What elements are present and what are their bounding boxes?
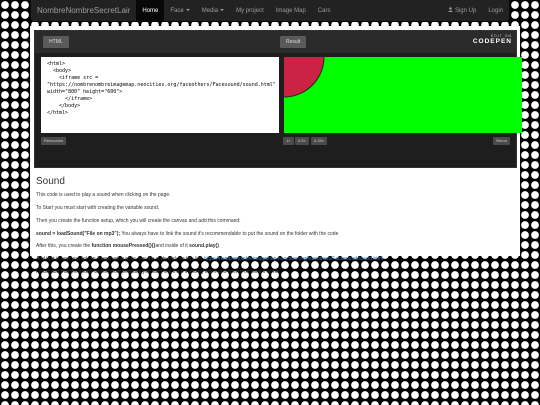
paragraph-4-rest: You always have to link the sound it's r…: [120, 231, 339, 237]
html-code-pane[interactable]: <html> <body> <iframe src = "https://nom…: [41, 57, 279, 133]
codepen-embed: HTML Result EDIT ON CODEPEN <html> <body…: [34, 30, 522, 168]
pen-header: HTML Result EDIT ON CODEPEN: [35, 31, 516, 53]
caret-down-icon: [185, 8, 190, 11]
signup-link[interactable]: Sign Up: [442, 0, 482, 22]
rerun-button[interactable]: Rerun: [493, 137, 510, 145]
paragraph-5-mid: and inside of it: [155, 243, 190, 249]
user-icon: [447, 7, 453, 13]
caret-down-icon: [220, 8, 225, 11]
pen-footer: Resources 1× 0.5× 0.25× Rerun: [35, 135, 516, 147]
nav-media-label: Media: [201, 7, 219, 14]
tab-result[interactable]: Result: [280, 36, 307, 48]
resources-button[interactable]: Resources: [41, 137, 67, 145]
codepen-logo[interactable]: EDIT ON CODEPEN: [468, 34, 512, 45]
sound-page-link[interactable]: https://nombrenombreimagemap.neocities.o…: [204, 256, 383, 262]
paragraph-2: To Start you must start with creating th…: [36, 205, 160, 211]
html-code: <html> <body> <iframe src = "https://nom…: [47, 61, 276, 116]
zoom-1x-button[interactable]: 1×: [283, 137, 294, 145]
paragraph-5-pre: After this, you create the: [36, 243, 92, 249]
red-circle-shape: [284, 57, 324, 97]
paragraph-5: After this, you create the function mous…: [36, 243, 219, 249]
tab-html[interactable]: HTML: [43, 36, 69, 48]
code-snippet-function: function mousePressed(){}: [91, 243, 156, 249]
signup-label: Sign Up: [454, 7, 477, 14]
paragraph-7: I must add that the sound doesnt work be…: [36, 269, 280, 275]
result-pane[interactable]: [284, 57, 522, 133]
paragraph-3: Then you create the function setup, whic…: [36, 218, 241, 224]
brand-link[interactable]: NombreNombreSecretLair: [31, 0, 136, 22]
section-title: Sound: [36, 176, 65, 187]
paragraph-6-pre: And that is how you link an image using …: [36, 256, 205, 262]
main-content: HTML Result EDIT ON CODEPEN <html> <body…: [30, 26, 522, 275]
paragraph-4: sound = loadSound("File on mp3"); You al…: [36, 231, 338, 237]
result-canvas[interactable]: [284, 57, 522, 133]
paragraph-6: And that is how you link an image using …: [36, 256, 383, 262]
code-snippet-play: sound.play(): [189, 243, 219, 249]
nav-cars[interactable]: Cars: [312, 0, 337, 22]
nav-face-label: Face: [170, 7, 184, 14]
paragraph-1: This code is used to play a sound when c…: [36, 192, 171, 198]
codepen-wordmark: CODEPEN: [472, 38, 512, 45]
nav-home[interactable]: Home: [136, 0, 165, 22]
nav-right: Sign Up Login: [442, 0, 509, 22]
nav-my-project[interactable]: My project: [230, 0, 270, 22]
nav-media-dropdown[interactable]: Media: [196, 0, 230, 22]
login-link[interactable]: Login: [482, 0, 509, 22]
navbar: NombreNombreSecretLair Home Face Media M…: [30, 0, 510, 22]
zoom-05x-button[interactable]: 0.5×: [295, 137, 309, 145]
nav-face-dropdown[interactable]: Face: [164, 0, 195, 22]
zoom-025x-button[interactable]: 0.25×: [311, 137, 328, 145]
code-snippet-load: sound = loadSound("File on mp3");: [36, 231, 121, 237]
nav-image-map[interactable]: Image Map: [270, 0, 312, 22]
